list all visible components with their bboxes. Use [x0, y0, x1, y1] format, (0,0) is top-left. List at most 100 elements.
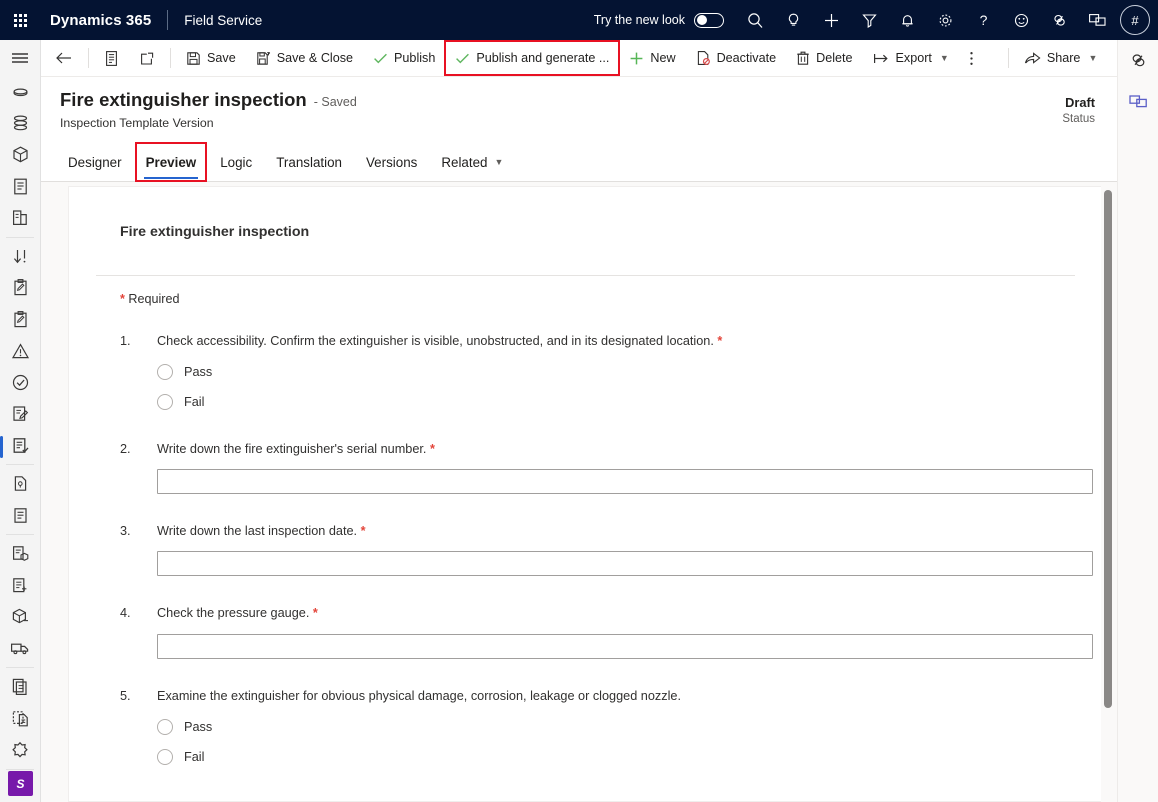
inspection-form-card: Fire extinguisher inspection * Required … [68, 186, 1103, 802]
question-1-option-pass[interactable]: Pass [157, 364, 1062, 381]
sidebar-item-invoices[interactable] [0, 500, 40, 532]
question-1-option-fail[interactable]: Fail [157, 394, 1062, 411]
settings-gear-icon[interactable] [926, 0, 964, 40]
publish-and-generate-button[interactable]: Publish and generate ... [444, 40, 621, 76]
question-5-option-pass[interactable]: Pass [157, 718, 1062, 735]
sidebar-item-hamburger[interactable] [0, 40, 40, 76]
question-3-text-input[interactable] [157, 551, 1093, 577]
lightbulb-icon[interactable] [774, 0, 812, 40]
tab-designer[interactable]: Designer [58, 143, 132, 181]
radio-button-pass-1[interactable] [157, 364, 173, 381]
export-button[interactable]: Export ▼ [864, 42, 958, 74]
filter-icon[interactable] [850, 0, 888, 40]
sidebar-item-transfer[interactable] [0, 241, 40, 273]
sidebar-item-templates[interactable] [0, 703, 40, 735]
tab-related[interactable]: Related ▼ [431, 143, 513, 181]
sidebar-item-quotes[interactable] [0, 468, 40, 500]
more-commands-button[interactable] [960, 42, 983, 74]
export-button-label: Export [895, 51, 932, 65]
chevron-down-icon[interactable]: ▼ [940, 53, 949, 63]
publish-and-generate-button-label: Publish and generate ... [476, 51, 610, 65]
sidebar-item-incidents[interactable] [0, 335, 40, 367]
question-5-option-fail[interactable]: Fail [157, 748, 1062, 765]
new-look-switch[interactable] [694, 12, 724, 28]
rail-divider-4 [6, 667, 34, 668]
chevron-down-icon-share[interactable]: ▼ [1088, 53, 1097, 63]
back-arrow-button[interactable] [46, 42, 82, 74]
sidebar-item-recent[interactable] [0, 76, 40, 108]
tab-translation[interactable]: Translation [266, 143, 352, 181]
radio-button-pass-5[interactable] [157, 718, 173, 735]
rail-divider [6, 236, 34, 238]
tab-versions-label: Versions [365, 154, 418, 170]
question-5-body: Examine the extinguisher for obvious phy… [157, 688, 1102, 765]
record-entity-name: Inspection Template Version [60, 116, 214, 130]
sidebar-item-products[interactable] [0, 601, 40, 633]
sidebar-item-agreements[interactable] [0, 171, 40, 203]
deactivate-button[interactable]: Deactivate [687, 42, 786, 74]
user-profile-badge[interactable]: S [8, 771, 33, 796]
question-1-required-asterisk: * [717, 334, 723, 348]
sidebar-item-work-order[interactable] [0, 272, 40, 304]
copilot-panel-icon[interactable] [1118, 81, 1158, 122]
sidebar-item-completed[interactable] [0, 367, 40, 399]
new-button[interactable]: New [620, 42, 684, 74]
delete-button[interactable]: Delete [787, 42, 861, 74]
tab-preview[interactable]: Preview [134, 142, 208, 182]
question-5-label: Examine the extinguisher for obvious phy… [157, 688, 682, 703]
sidebar-item-settings[interactable] [0, 734, 40, 766]
sidebar-item-shipments[interactable] [0, 633, 40, 665]
required-legend: * Required [69, 276, 1102, 306]
question-4-text-input[interactable] [157, 633, 1093, 659]
show-chart-button[interactable] [95, 42, 128, 74]
new-button-label: New [650, 51, 676, 65]
question-1: 1. Check accessibility. Confirm the exti… [69, 333, 1102, 411]
save-and-close-button[interactable]: Save & Close [247, 42, 362, 74]
question-2-text: Write down the fire extinguisher's seria… [157, 441, 1093, 458]
left-nav-rail: S [0, 40, 41, 802]
feedback-smiley-icon[interactable] [1002, 0, 1040, 40]
record-header: Fire extinguisher inspection - Saved Ins… [41, 77, 1117, 139]
save-button[interactable]: Save [177, 42, 245, 74]
sidebar-item-receipts[interactable] [0, 570, 40, 602]
preview-vertical-scrollbar[interactable] [1101, 182, 1116, 802]
help-icon[interactable]: ? [964, 0, 1002, 40]
question-4-text: Check the pressure gauge. * [157, 605, 1093, 622]
open-in-new-window-button[interactable] [130, 42, 164, 74]
sidebar-item-pinned[interactable] [0, 108, 40, 140]
radio-button-fail-1[interactable] [157, 394, 173, 411]
search-icon[interactable] [736, 0, 774, 40]
sidebar-item-inspection-templates[interactable] [0, 430, 40, 462]
tab-strip: Designer Preview Logic Translation Versi… [41, 141, 1117, 182]
suite-actions: Try the new look ? # [594, 0, 1158, 40]
tab-versions[interactable]: Versions [356, 143, 427, 181]
sidebar-item-assets[interactable] [0, 139, 40, 171]
sidebar-item-reports[interactable] [0, 671, 40, 703]
question-3: 3. Write down the last inspection date. … [69, 523, 1102, 577]
sidebar-item-work-order-2[interactable] [0, 304, 40, 336]
option-label-pass-5: Pass [184, 719, 213, 734]
accessibility-checker-icon[interactable] [1118, 40, 1158, 81]
add-icon[interactable] [812, 0, 850, 40]
publish-button[interactable]: Publish [364, 42, 444, 74]
chevron-down-icon-related[interactable]: ▼ [495, 157, 504, 167]
tab-logic[interactable]: Logic [210, 143, 262, 181]
question-3-number: 3. [120, 524, 131, 539]
sidebar-item-purchase-orders[interactable] [0, 538, 40, 570]
sidebar-item-buildings[interactable] [0, 202, 40, 234]
question-2: 2. Write down the fire extinguisher's se… [69, 441, 1102, 495]
tab-logic-label: Logic [220, 154, 253, 170]
accessibility-icon[interactable] [1040, 0, 1078, 40]
notifications-bell-icon[interactable] [888, 0, 926, 40]
app-launcher-waffle-icon[interactable] [0, 0, 40, 40]
user-avatar[interactable]: # [1120, 5, 1150, 35]
copilot-chat-icon[interactable] [1078, 0, 1116, 40]
sidebar-item-inspection-edit[interactable] [0, 398, 40, 430]
share-button[interactable]: Share ▼ [1015, 42, 1107, 74]
question-2-number: 2. [120, 442, 131, 457]
scrollbar-thumb[interactable] [1104, 190, 1112, 708]
radio-button-fail-5[interactable] [157, 748, 173, 765]
question-2-text-input[interactable] [157, 469, 1093, 495]
inspection-preview-canvas: Fire extinguisher inspection * Required … [41, 182, 1117, 802]
try-new-look-toggle[interactable]: Try the new look [594, 12, 724, 28]
